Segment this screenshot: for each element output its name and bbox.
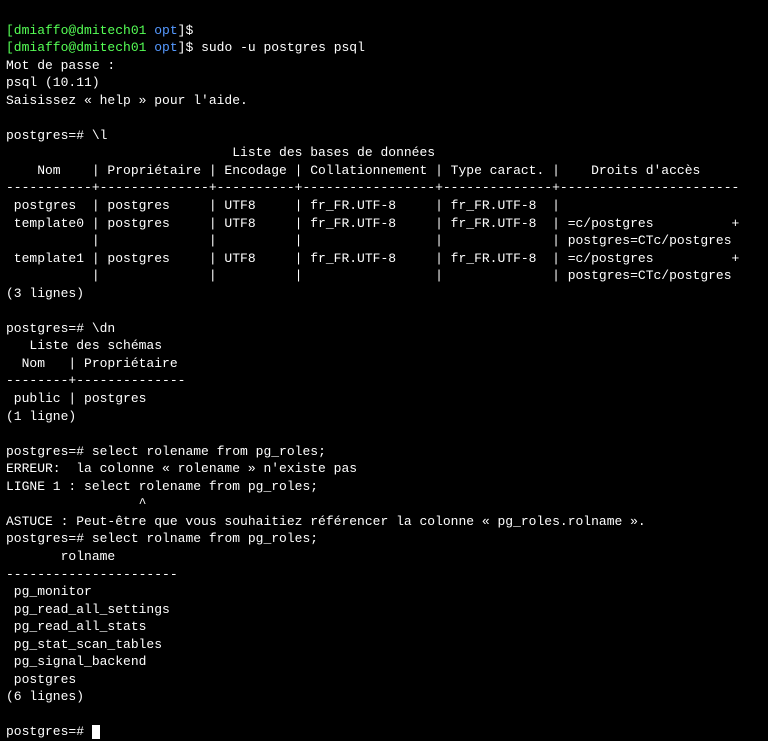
schema-list-sep: --------+-------------- (6, 373, 185, 388)
command-list-db: \l (92, 128, 108, 143)
command-select-good: select rolname from pg_roles; (92, 531, 318, 546)
empty-command (193, 23, 201, 38)
error-caret: ^ (6, 496, 146, 511)
schema-list-title: Liste des schémas (6, 338, 162, 353)
roles-header: rolname (6, 549, 115, 564)
psql-prompt: postgres=# (6, 531, 92, 546)
psql-prompt: postgres=# (6, 444, 92, 459)
password-prompt: Mot de passe : (6, 58, 115, 73)
error-hint: ASTUCE : Peut-être que vous souhaitiez r… (6, 514, 646, 529)
help-hint: Saisissez « help » pour l'aide. (6, 93, 248, 108)
table-row: postgres (6, 672, 76, 687)
table-row: template1 | postgres | UTF8 | fr_FR.UTF-… (6, 251, 739, 266)
db-list-sep: -----------+--------------+----------+--… (6, 180, 739, 195)
psql-version: psql (10.11) (6, 75, 100, 90)
table-row: pg_read_all_settings (6, 602, 170, 617)
shell-prompt-user: [dmiaffo@dmitech01 (6, 40, 146, 55)
table-row: | | | | | postgres=CTc/postgres (6, 268, 732, 283)
psql-prompt: postgres=# (6, 128, 92, 143)
table-row: pg_stat_scan_tables (6, 637, 162, 652)
schema-list-count: (1 ligne) (6, 409, 76, 424)
db-list-count: (3 lignes) (6, 286, 84, 301)
shell-prompt-path: opt (154, 40, 177, 55)
error-line: LIGNE 1 : select rolename from pg_roles; (6, 479, 318, 494)
table-row: postgres | postgres | UTF8 | fr_FR.UTF-8… (6, 198, 560, 213)
psql-prompt: postgres=# (6, 321, 92, 336)
psql-prompt: postgres=# (6, 724, 92, 739)
schema-list-header: Nom | Propriétaire (6, 356, 178, 371)
db-list-title: Liste des bases de données (6, 145, 435, 160)
shell-prompt-suffix: ]$ (178, 40, 194, 55)
error-message: ERREUR: la colonne « rolename » n'existe… (6, 461, 357, 476)
table-row: template0 | postgres | UTF8 | fr_FR.UTF-… (6, 216, 739, 231)
table-row: pg_signal_backend (6, 654, 146, 669)
shell-prompt-suffix: ]$ (178, 23, 194, 38)
shell-prompt-path: opt (154, 23, 177, 38)
terminal-output[interactable]: [dmiaffo@dmitech01 opt]$ [dmiaffo@dmitec… (6, 4, 762, 741)
db-list-header: Nom | Propriétaire | Encodage | Collatio… (6, 163, 700, 178)
table-row: pg_monitor (6, 584, 92, 599)
roles-count: (6 lignes) (6, 689, 84, 704)
table-row: pg_read_all_stats (6, 619, 146, 634)
table-row: | | | | | postgres=CTc/postgres (6, 233, 732, 248)
command-select-bad: select rolename from pg_roles; (92, 444, 326, 459)
shell-prompt-user: [dmiaffo@dmitech01 (6, 23, 146, 38)
table-row: public | postgres (6, 391, 146, 406)
command-list-schemas: \dn (92, 321, 115, 336)
roles-sep: ---------------------- (6, 567, 178, 582)
cursor-block (92, 725, 100, 739)
command-sudo: sudo -u postgres psql (193, 40, 365, 55)
